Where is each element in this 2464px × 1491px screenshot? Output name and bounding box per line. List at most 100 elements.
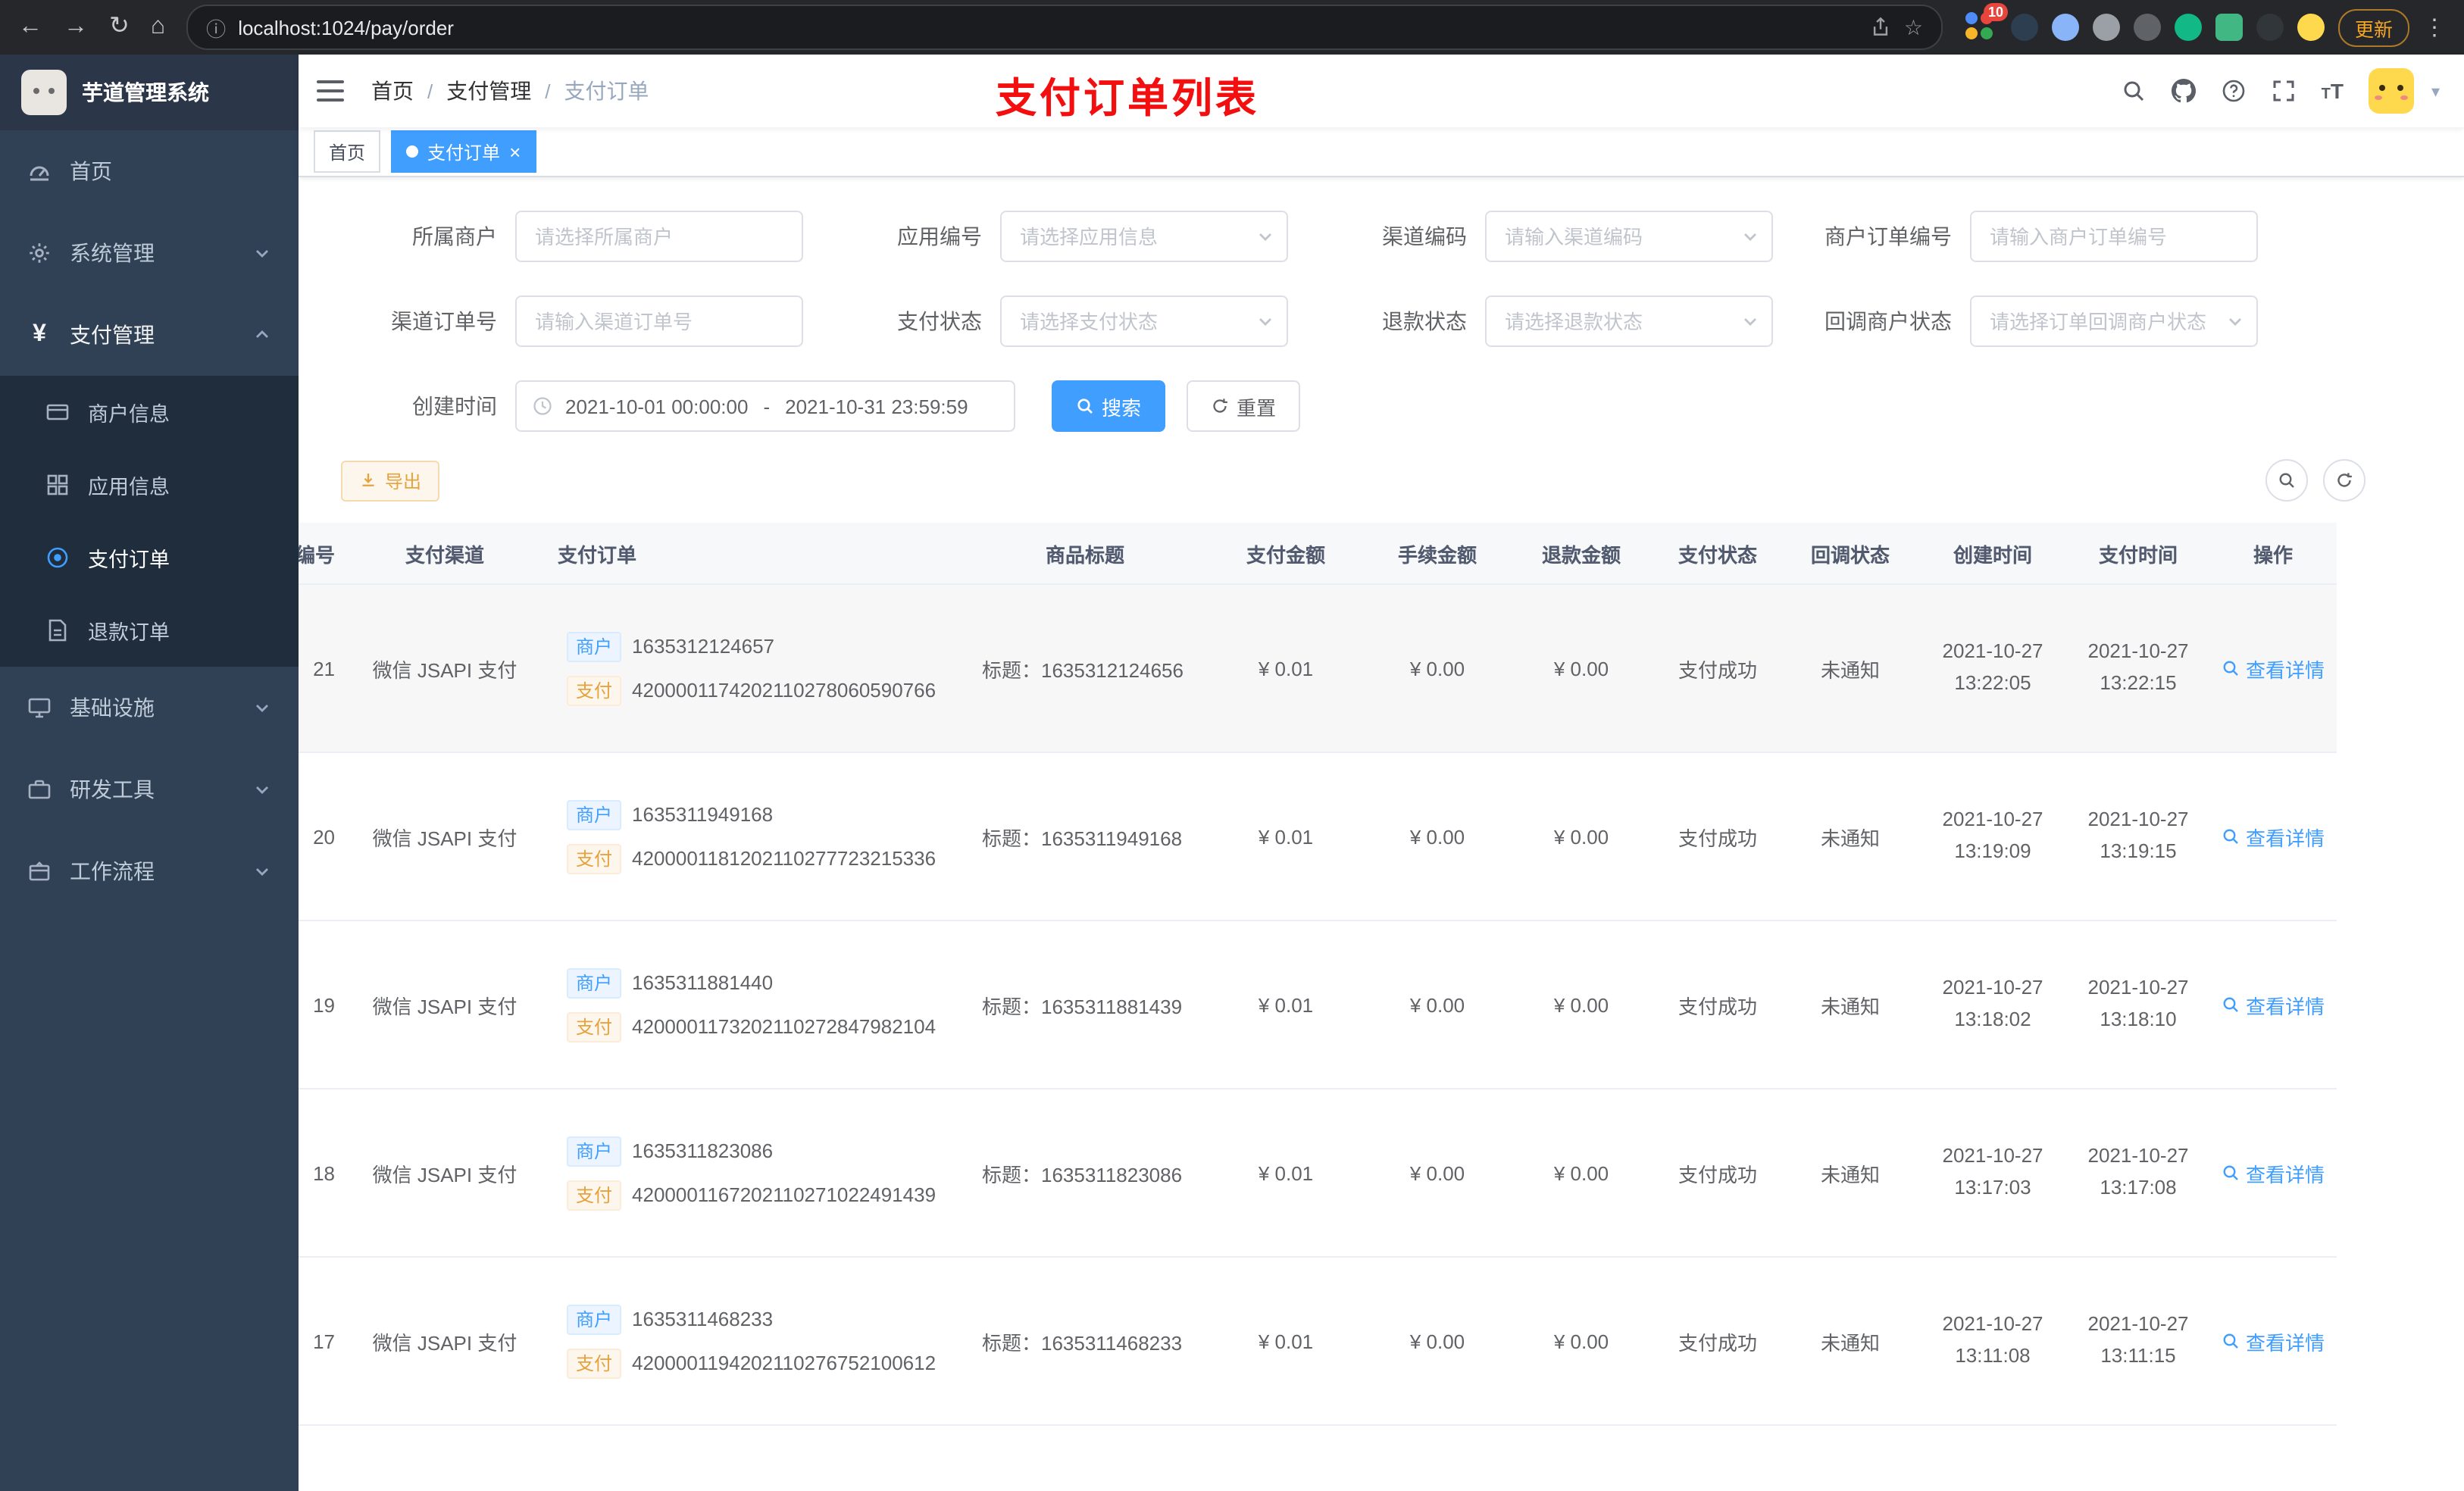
extension-icon-4[interactable]	[2133, 14, 2161, 41]
hide-search-icon[interactable]	[2265, 459, 2308, 502]
avatar-caret-icon[interactable]: ▾	[2431, 81, 2440, 101]
font-size-icon[interactable]: TT	[2322, 79, 2344, 103]
sidebar-item-payment[interactable]: ¥ 支付管理	[0, 294, 299, 376]
view-detail-link[interactable]: 查看详情	[2222, 990, 2325, 1019]
view-detail-link[interactable]: 查看详情	[2222, 654, 2325, 683]
extension-icon-2[interactable]	[2051, 14, 2079, 41]
address-bar[interactable]: ⓘ localhost:1024/pay/order ☆	[186, 5, 1943, 50]
column-header-6: 退款金额	[1509, 523, 1653, 585]
table-row: 18 微信 JSAPI 支付 商户 1635311823086 支付 42000…	[299, 1089, 2337, 1258]
cell-order-id	[299, 1425, 350, 1491]
fullscreen-icon[interactable]	[2272, 79, 2296, 103]
sidebar-item-label: 应用信息	[88, 476, 170, 499]
sidebar-item-pay-orders[interactable]: 支付订单	[0, 521, 299, 594]
extension-icon-1[interactable]	[2010, 14, 2038, 41]
filter-notify-status: 回调商户状态	[1778, 295, 2262, 347]
cell-create-time: 2021-10-27 13:18:02	[1918, 921, 2067, 1089]
merchant-order-no-input[interactable]	[1970, 211, 2258, 262]
channel-order-no-input[interactable]	[515, 295, 803, 347]
cell-pay-status: 支付成功	[1653, 1089, 1782, 1258]
browser-menu-icon[interactable]: ⋮	[2423, 14, 2446, 41]
sidebar-item-merchant-info[interactable]: 商户信息	[0, 376, 299, 449]
extensions-collection-icon[interactable]: 10	[1964, 3, 2008, 44]
cell-pay-time: 2021-10-27 13:11:15	[2067, 1257, 2209, 1426]
date-range-input[interactable]: 2021-10-01 00:00:00 - 2021-10-31 23:59:5…	[515, 380, 1015, 432]
breadcrumb-pay-mgmt[interactable]: 支付管理	[446, 76, 531, 106]
reset-button[interactable]: 重置	[1187, 380, 1301, 432]
sidebar-item-infra[interactable]: 基础设施	[0, 667, 299, 749]
refund-status-select[interactable]	[1485, 295, 1773, 347]
extension-icon-6[interactable]	[2215, 14, 2243, 41]
page-annotation: 支付订单列表	[996, 76, 1259, 121]
extension-icon-5[interactable]	[2174, 14, 2202, 41]
cell-pay-status: 支付成功	[1653, 1257, 1782, 1426]
merchant-select[interactable]	[515, 211, 803, 262]
gear-icon	[27, 241, 52, 265]
notify-status-select[interactable]	[1970, 295, 2258, 347]
view-detail-link[interactable]: 查看详情	[2222, 822, 2325, 851]
box-icon	[27, 859, 52, 883]
breadcrumb-current: 支付订单	[564, 79, 649, 103]
url-text[interactable]: localhost:1024/pay/order	[238, 16, 1859, 39]
table-row: 20 微信 JSAPI 支付 商户 1635311949168 支付 42000…	[299, 752, 2337, 921]
search-icon[interactable]	[2122, 79, 2146, 103]
sidebar-item-home[interactable]: 首页	[0, 130, 299, 212]
bank-card-icon	[45, 400, 70, 424]
bookmark-star-icon[interactable]: ☆	[1904, 14, 1923, 40]
app-logo[interactable]: 芋道管理系统	[0, 55, 299, 130]
chevron-down-icon	[253, 699, 271, 717]
merchant-order-no: 1635311949168	[632, 803, 774, 826]
export-button[interactable]: 导出	[341, 460, 440, 501]
github-icon[interactable]	[2171, 79, 2196, 103]
toolbox-icon	[27, 777, 52, 802]
view-detail-label: 查看详情	[2245, 1331, 2325, 1354]
refresh-icon[interactable]	[2323, 459, 2366, 502]
sidebar-item-label: 首页	[70, 159, 112, 183]
sidebar-item-refund-orders[interactable]: 退款订单	[0, 594, 299, 667]
extension-icon-7[interactable]	[2256, 14, 2284, 41]
cell-pay-amount: ¥ 0.01	[1206, 921, 1365, 1089]
pay-order-line: 支付 4200001173202110272847982104	[567, 1011, 936, 1042]
tab-label: 支付订单	[427, 142, 501, 163]
table-row: 21 微信 JSAPI 支付 商户 1635312124657 支付 42000…	[299, 584, 2337, 753]
cell-pay-time: 2021-10-27 13:19:15	[2067, 752, 2209, 921]
cell-fee-amount: ¥ 0.00	[1365, 584, 1509, 753]
channel-code-select[interactable]	[1485, 211, 1773, 262]
search-button[interactable]: 搜索	[1052, 380, 1166, 432]
help-icon[interactable]	[2222, 79, 2246, 103]
extension-icon-3[interactable]	[2092, 14, 2120, 41]
tab-pay-orders[interactable]: 支付订单 ×	[391, 130, 536, 173]
sidebar-item-dev-tools[interactable]: 研发工具	[0, 749, 299, 830]
extension-icon-8[interactable]	[2297, 14, 2325, 41]
cell-pay-status	[1653, 1425, 1782, 1491]
pay-status-select[interactable]	[1000, 295, 1288, 347]
sidebar-menu: 首页 系统管理 ¥ 支付管理 商户信息 应用信息 支付订单 退款订单 基础设施 …	[0, 130, 299, 1491]
reload-icon[interactable]: ↻	[109, 14, 130, 39]
sidebar-item-workflow[interactable]: 工作流程	[0, 830, 299, 912]
share-icon[interactable]	[1871, 17, 1892, 38]
sidebar-toggle-icon[interactable]	[317, 80, 344, 102]
field-label: 渠道编码	[1382, 224, 1467, 248]
breadcrumb-home[interactable]: 首页	[371, 76, 414, 106]
avatar[interactable]	[2369, 68, 2415, 114]
sidebar-item-app-info[interactable]: 应用信息	[0, 449, 299, 521]
merchant-order-line: 商户 1635311949168	[567, 799, 773, 830]
app-id-select[interactable]	[1000, 211, 1288, 262]
view-detail-link[interactable]: 查看详情	[2222, 1158, 2325, 1187]
cell-refund-amount: ¥ 0.00	[1509, 584, 1653, 753]
back-icon[interactable]: ←	[18, 14, 42, 39]
browser-update-button[interactable]: 更新	[2337, 8, 2409, 46]
table-row: 19 微信 JSAPI 支付 商户 1635311881440 支付 42000…	[299, 921, 2337, 1089]
close-tab-icon[interactable]: ×	[509, 142, 521, 161]
home-icon[interactable]: ⌂	[151, 14, 165, 39]
site-info-icon[interactable]: ⓘ	[206, 13, 226, 42]
pay-tag: 支付	[567, 1348, 622, 1378]
cell-pay-channel: 微信 JSAPI 支付	[350, 752, 539, 921]
pay-tag: 支付	[567, 675, 622, 705]
sidebar-item-system[interactable]: 系统管理	[0, 212, 299, 294]
tab-home[interactable]: 首页	[314, 130, 381, 173]
forward-icon[interactable]: →	[64, 14, 88, 39]
yen-icon: ¥	[33, 321, 46, 347]
cell-fee-amount: ¥ 0.00	[1365, 921, 1509, 1089]
view-detail-link[interactable]: 查看详情	[2222, 1327, 2325, 1355]
